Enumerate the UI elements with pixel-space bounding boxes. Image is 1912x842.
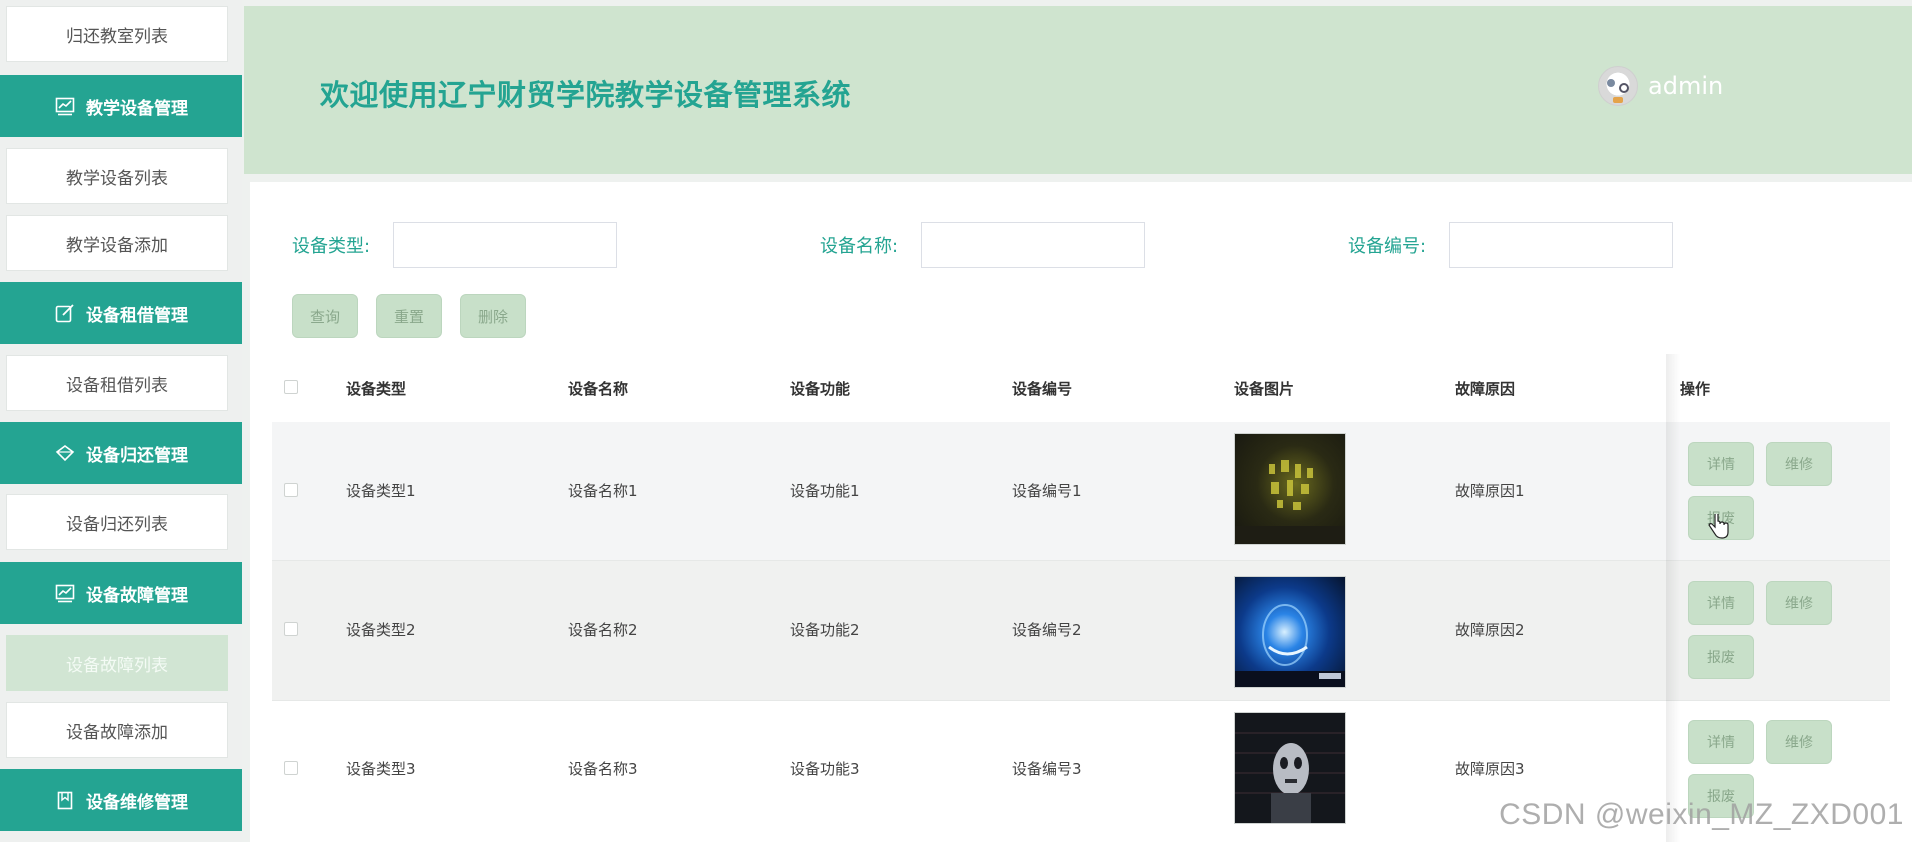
cell-function: 设备功能2	[790, 621, 860, 639]
watermark: CSDN @weixin_MZ_ZXD001	[1499, 798, 1904, 831]
user-menu[interactable]: admin	[1598, 66, 1723, 106]
sidebar-group-label: 教学设备管理	[86, 98, 188, 119]
sidebar-item-label: 设备归还列表	[66, 514, 168, 535]
sidebar-item-fault-list[interactable]: 设备故障列表	[6, 635, 228, 691]
column-header-code: 设备编号	[1012, 380, 1073, 398]
chart-icon	[54, 95, 76, 117]
equipment-image[interactable]	[1234, 433, 1346, 545]
chart-icon	[54, 582, 76, 604]
row-divider	[272, 560, 1890, 561]
sidebar-item-label: 教学设备添加	[66, 235, 168, 256]
sidebar-item-label: 教学设备列表	[66, 168, 168, 189]
detail-button[interactable]: 详情	[1688, 720, 1754, 764]
row-checkbox[interactable]	[284, 761, 298, 775]
cell-type: 设备类型2	[346, 621, 416, 639]
row-checkbox[interactable]	[284, 622, 298, 636]
row-divider	[272, 700, 1890, 701]
cell-function: 设备功能3	[790, 760, 860, 778]
column-header-function: 设备功能	[790, 380, 851, 398]
select-all-checkbox[interactable]	[284, 380, 298, 394]
detail-button[interactable]: 详情	[1688, 581, 1754, 625]
sidebar-item-label: 设备租借列表	[66, 375, 168, 396]
sidebar-item-fault-add[interactable]: 设备故障添加	[6, 702, 228, 758]
sidebar-group-return[interactable]: 设备归还管理	[0, 422, 242, 484]
cell-reason: 故障原因1	[1455, 482, 1525, 500]
repair-button[interactable]: 维修	[1766, 720, 1832, 764]
cell-type: 设备类型1	[346, 482, 416, 500]
page-title: 欢迎使用辽宁财贸学院教学设备管理系统	[320, 78, 852, 112]
equipment-image[interactable]	[1234, 712, 1346, 824]
sidebar-item-return-list[interactable]: 设备归还列表	[6, 494, 228, 550]
avatar	[1598, 66, 1638, 106]
sidebar-group-teaching-equipment[interactable]: 教学设备管理	[0, 75, 242, 137]
sidebar-group-repair[interactable]: 设备维修管理	[0, 769, 242, 831]
bookmark-icon	[54, 789, 76, 811]
sidebar-group-label: 设备归还管理	[86, 445, 188, 466]
row-checkbox[interactable]	[284, 483, 298, 497]
search-code-label: 设备编号:	[1348, 236, 1427, 257]
search-type-input[interactable]	[393, 222, 617, 268]
fixed-column-shadow	[1666, 354, 1680, 842]
column-header-reason: 故障原因	[1455, 380, 1516, 398]
detail-button[interactable]: 详情	[1688, 442, 1754, 486]
top-header: 欢迎使用辽宁财贸学院教学设备管理系统 admin	[244, 6, 1912, 174]
repair-button[interactable]: 维修	[1766, 442, 1832, 486]
cell-type: 设备类型3	[346, 760, 416, 778]
sidebar-item-label: 归还教室列表	[66, 26, 168, 47]
sidebar-item-equipment-list[interactable]: 教学设备列表	[6, 148, 228, 204]
column-header-actions: 操作	[1680, 380, 1711, 398]
search-code-input[interactable]	[1449, 222, 1673, 268]
main-content: 设备类型: 设备名称: 设备编号: 查询 重置 删除 设备类型 设备名称 设备功…	[250, 182, 1912, 842]
sidebar-item-equipment-add[interactable]: 教学设备添加	[6, 215, 228, 271]
cell-name: 设备名称3	[568, 760, 638, 778]
column-header-name: 设备名称	[568, 380, 629, 398]
cell-code: 设备编号1	[1012, 482, 1082, 500]
sidebar-item-return-classroom-list[interactable]: 归还教室列表	[6, 6, 228, 62]
scrap-button[interactable]: 报废	[1688, 635, 1754, 679]
sidebar-item-label: 设备故障添加	[66, 722, 168, 743]
search-name-label: 设备名称:	[820, 236, 899, 257]
cell-name: 设备名称2	[568, 621, 638, 639]
cell-reason: 故障原因3	[1455, 760, 1525, 778]
cell-code: 设备编号2	[1012, 621, 1082, 639]
edit-icon	[54, 302, 76, 324]
column-header-image: 设备图片	[1234, 380, 1295, 398]
reset-button[interactable]: 重置	[376, 294, 442, 338]
sidebar-group-label: 设备维修管理	[86, 792, 188, 813]
diamond-icon	[54, 442, 76, 464]
cell-function: 设备功能1	[790, 482, 860, 500]
column-header-type: 设备类型	[346, 380, 407, 398]
equipment-image[interactable]	[1234, 576, 1346, 688]
sidebar-group-label: 设备租借管理	[86, 305, 188, 326]
cell-name: 设备名称1	[568, 482, 638, 500]
delete-button[interactable]: 删除	[460, 294, 526, 338]
query-button[interactable]: 查询	[292, 294, 358, 338]
cell-reason: 故障原因2	[1455, 621, 1525, 639]
hand-cursor-icon	[1708, 512, 1730, 544]
cell-code: 设备编号3	[1012, 760, 1082, 778]
sidebar-item-rental-list[interactable]: 设备租借列表	[6, 355, 228, 411]
search-type-label: 设备类型:	[292, 236, 371, 257]
sidebar-group-label: 设备故障管理	[86, 585, 188, 606]
repair-button[interactable]: 维修	[1766, 581, 1832, 625]
sidebar-item-label: 设备故障列表	[66, 655, 168, 676]
sidebar-group-rental[interactable]: 设备租借管理	[0, 282, 242, 344]
sidebar-group-fault[interactable]: 设备故障管理	[0, 562, 242, 624]
sidebar: 归还教室列表 教学设备管理 教学设备列表 教学设备添加 设备租借管理 设备租借列…	[0, 0, 242, 842]
username: admin	[1648, 72, 1724, 100]
search-name-input[interactable]	[921, 222, 1145, 268]
